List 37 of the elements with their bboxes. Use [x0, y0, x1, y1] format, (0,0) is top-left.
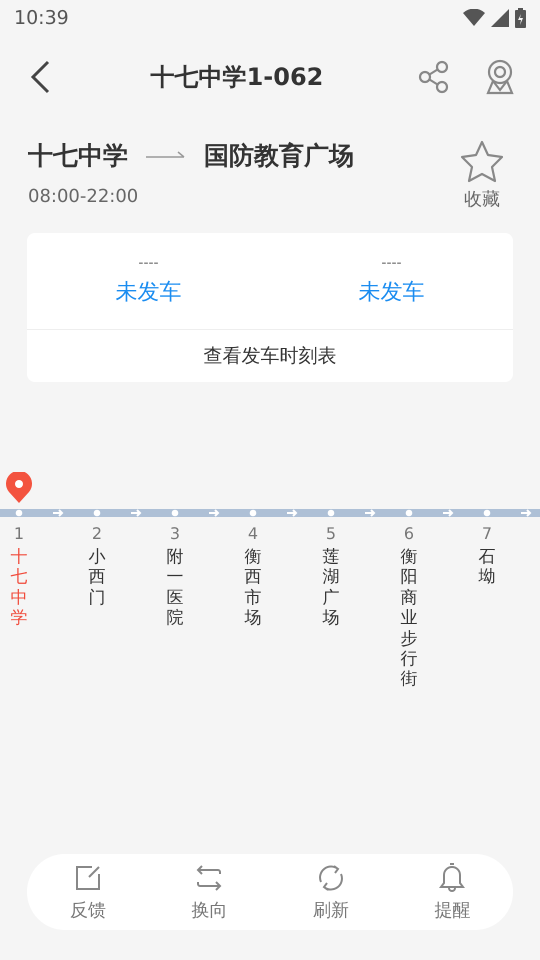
station-number: 5: [326, 524, 336, 543]
station-name[interactable]: 石坳: [478, 547, 496, 588]
station-name[interactable]: 小西门: [88, 547, 106, 608]
toolbar-button[interactable]: 反馈: [27, 854, 148, 930]
toolbar-button[interactable]: 换向: [148, 854, 270, 930]
battery-icon: [515, 8, 526, 28]
station-number: 3: [170, 524, 180, 543]
status-time: 10:39: [14, 6, 69, 28]
station-number: 2: [92, 524, 102, 543]
station-number: 6: [404, 524, 414, 543]
destination-stop: 国防教育广场: [204, 140, 354, 172]
service-hours: 08:00-22:00: [28, 186, 140, 207]
location-icon: [485, 59, 515, 95]
route-title: 十七中学1-062: [150, 62, 324, 93]
station-number: 1: [14, 524, 24, 543]
signal-icon: [491, 8, 509, 26]
location-pin-icon: [6, 472, 32, 504]
share-icon: [417, 60, 451, 94]
timetable-link[interactable]: 查看发车时刻表: [27, 330, 513, 382]
toolbar-button[interactable]: 刷新: [270, 854, 392, 930]
station-name[interactable]: 衡阳商业步行街: [400, 547, 418, 690]
station-name[interactable]: 衡西市场: [244, 547, 262, 629]
departure-status: 未发车: [358, 279, 424, 307]
wifi-icon: [463, 8, 485, 26]
station-name[interactable]: 附一医院: [166, 547, 184, 629]
arrow-icon: [146, 150, 186, 160]
favorite-button[interactable]: 收藏: [452, 139, 512, 211]
departure-time: ----: [381, 255, 402, 271]
toolbar-button[interactable]: 提醒: [392, 854, 513, 930]
departure-status: 未发车: [116, 279, 182, 307]
departure-time: ----: [138, 255, 159, 271]
station-number: 4: [248, 524, 258, 543]
origin-stop: 十七中学: [28, 140, 128, 172]
station-number: 7: [482, 524, 492, 543]
station-name[interactable]: 莲湖广场: [322, 547, 340, 629]
back-icon: [28, 59, 52, 95]
star-icon: [459, 139, 505, 183]
